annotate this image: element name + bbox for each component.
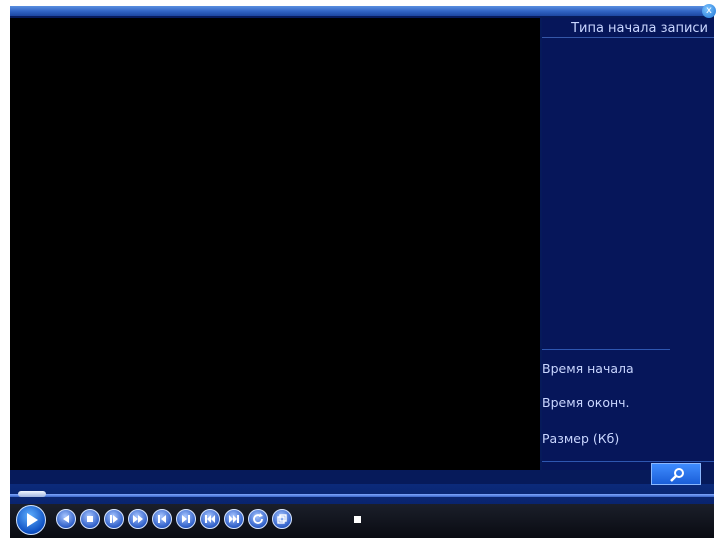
stop-icon bbox=[87, 516, 93, 522]
reverse-play-icon bbox=[63, 515, 69, 523]
slow-play-button[interactable] bbox=[104, 509, 124, 529]
video-display[interactable] bbox=[10, 18, 540, 470]
next-frame-icon bbox=[182, 515, 190, 523]
next-frame-button[interactable] bbox=[176, 509, 196, 529]
previous-file-icon bbox=[205, 515, 215, 523]
refresh-icon bbox=[253, 513, 263, 524]
next-file-icon bbox=[229, 515, 239, 523]
title-bar bbox=[10, 6, 714, 16]
playback-window: x Типа начала записи Время начала Время … bbox=[10, 4, 716, 538]
previous-frame-button[interactable] bbox=[152, 509, 172, 529]
next-file-button[interactable] bbox=[224, 509, 244, 529]
record-sidebar: Типа начала записи Время начала Время ок… bbox=[542, 18, 714, 470]
record-type-header: Типа начала записи bbox=[542, 18, 714, 38]
slow-play-icon bbox=[110, 515, 118, 523]
search-icon bbox=[670, 468, 684, 482]
playback-control-bar bbox=[10, 484, 714, 538]
fast-forward-icon bbox=[133, 515, 143, 523]
size-label: Размер (Кб) bbox=[542, 431, 620, 446]
stop-button[interactable] bbox=[80, 509, 100, 529]
play-icon bbox=[27, 513, 38, 527]
previous-frame-icon bbox=[158, 515, 166, 523]
fast-forward-button[interactable] bbox=[128, 509, 148, 529]
sidebar-divider bbox=[542, 349, 670, 350]
window-mode-icon bbox=[277, 514, 287, 524]
refresh-button[interactable] bbox=[248, 509, 268, 529]
sidebar-divider-bottom bbox=[542, 461, 714, 462]
control-buttons-row bbox=[10, 504, 714, 538]
progress-handle[interactable] bbox=[18, 491, 46, 497]
start-time-label: Время начала bbox=[542, 361, 634, 376]
play-button[interactable] bbox=[16, 505, 46, 535]
progress-track[interactable] bbox=[10, 494, 714, 497]
previous-file-button[interactable] bbox=[200, 509, 220, 529]
end-time-label: Время оконч. bbox=[542, 395, 630, 410]
close-icon[interactable]: x bbox=[702, 4, 716, 18]
reverse-play-button[interactable] bbox=[56, 509, 76, 529]
search-button[interactable] bbox=[651, 463, 701, 485]
record-file-list[interactable] bbox=[542, 40, 714, 345]
stop-indicator-icon bbox=[354, 516, 361, 523]
window-mode-button[interactable] bbox=[272, 509, 292, 529]
